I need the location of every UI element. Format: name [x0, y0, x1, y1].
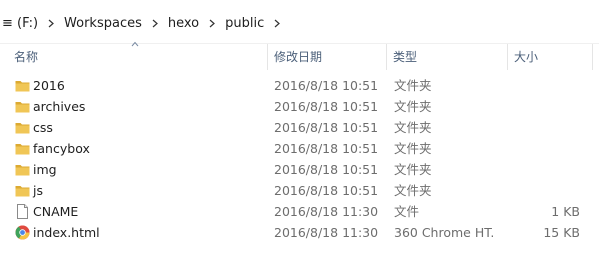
- column-header-type[interactable]: 类型: [391, 44, 507, 70]
- list-item[interactable]: fancybox 2016/8/18 10:51 文件夹: [0, 138, 599, 159]
- breadcrumb: ≡ (F:) Workspaces hexo public: [0, 13, 288, 33]
- chevron-right-icon[interactable]: [203, 19, 221, 28]
- column-header-name[interactable]: 名称: [12, 44, 267, 70]
- file-type: 文件夹: [394, 183, 432, 198]
- column-divider[interactable]: [386, 44, 387, 70]
- column-header-size[interactable]: 大小: [512, 44, 592, 70]
- file-name: js: [33, 183, 43, 198]
- breadcrumb-item-drive[interactable]: ≡ (F:): [0, 16, 40, 31]
- breadcrumb-item-public[interactable]: public: [223, 16, 266, 31]
- column-header-row: 名称 修改日期 类型 大小: [0, 44, 599, 70]
- file-size: 1 KB: [551, 204, 580, 219]
- file-modified: 2016/8/18 10:51: [274, 141, 379, 156]
- file-name: 2016: [33, 78, 65, 93]
- file-modified: 2016/8/18 10:51: [274, 183, 379, 198]
- folder-icon: [15, 165, 30, 176]
- folder-icon: [15, 102, 30, 113]
- file-size: 15 KB: [543, 225, 580, 240]
- file-modified: 2016/8/18 11:30: [274, 225, 379, 240]
- file-name: img: [33, 162, 57, 177]
- file-type: 360 Chrome HT...: [394, 225, 494, 240]
- file-name: archives: [33, 99, 86, 114]
- chrome-html-icon: [15, 225, 30, 240]
- file-name: fancybox: [33, 141, 90, 156]
- column-divider[interactable]: [592, 44, 593, 70]
- file-modified: 2016/8/18 10:51: [274, 120, 379, 135]
- list-item[interactable]: archives 2016/8/18 10:51 文件夹: [0, 96, 599, 117]
- list-item[interactable]: index.html 2016/8/18 11:30 360 Chrome HT…: [0, 222, 599, 243]
- folder-icon: [15, 144, 30, 155]
- list-item[interactable]: css 2016/8/18 10:51 文件夹: [0, 117, 599, 138]
- folder-icon: [15, 81, 30, 92]
- file-modified: 2016/8/18 10:51: [274, 162, 379, 177]
- list-item[interactable]: CNAME 2016/8/18 11:30 文件 1 KB: [0, 201, 599, 222]
- folder-icon: [15, 186, 30, 197]
- file-type: 文件夹: [394, 78, 432, 93]
- folder-icon: [15, 123, 30, 134]
- file-type: 文件夹: [394, 162, 432, 177]
- breadcrumb-item-workspaces[interactable]: Workspaces: [62, 16, 144, 31]
- file-type: 文件夹: [394, 141, 432, 156]
- list-item[interactable]: img 2016/8/18 10:51 文件夹: [0, 159, 599, 180]
- file-type: 文件夹: [394, 120, 432, 135]
- column-header-modified[interactable]: 修改日期: [272, 44, 386, 70]
- file-modified: 2016/8/18 11:30: [274, 204, 379, 219]
- file-name: CNAME: [33, 204, 79, 219]
- column-divider[interactable]: [507, 44, 508, 70]
- list-item[interactable]: js 2016/8/18 10:51 文件夹: [0, 180, 599, 201]
- column-divider[interactable]: [267, 44, 268, 70]
- file-name: css: [33, 120, 53, 135]
- chevron-right-icon[interactable]: [42, 19, 60, 28]
- file-name: index.html: [33, 225, 100, 240]
- chevron-right-icon[interactable]: [146, 19, 164, 28]
- file-modified: 2016/8/18 10:51: [274, 99, 379, 114]
- file-type: 文件夹: [394, 99, 432, 114]
- breadcrumb-item-hexo[interactable]: hexo: [166, 16, 201, 31]
- file-icon: [17, 204, 28, 219]
- list-item[interactable]: 2016 2016/8/18 10:51 文件夹: [0, 75, 599, 96]
- file-type: 文件: [394, 204, 420, 219]
- chevron-right-icon[interactable]: [268, 19, 286, 28]
- address-bar[interactable]: ≡ (F:) Workspaces hexo public: [0, 0, 599, 44]
- file-modified: 2016/8/18 10:51: [274, 78, 379, 93]
